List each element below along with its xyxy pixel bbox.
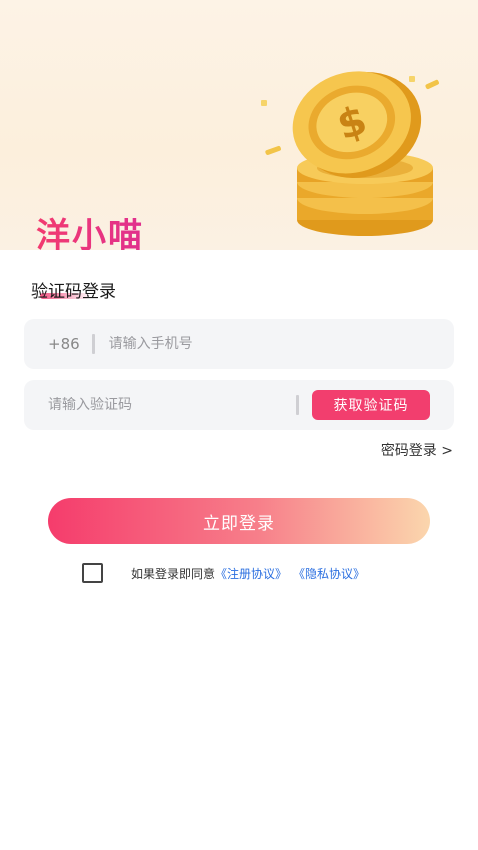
phone-input[interactable] [108,336,409,352]
agreement-text: 如果登录即同意 [131,566,216,581]
coin-stack-illustration: $ [261,71,439,236]
agreement-row: 如果登录即同意 《注册协议》 《隐私协议》 [82,563,365,583]
agreement-checkbox[interactable] [82,563,103,583]
phone-field: +86 [24,319,454,369]
get-code-button[interactable]: 获取验证码 [312,390,430,420]
privacy-agreement-link[interactable]: 《隐私协议》 [293,565,365,582]
divider [91,334,95,354]
country-code: +86 [48,335,80,353]
code-input[interactable] [48,397,288,413]
page-title: 验证码登录 [31,282,116,302]
register-agreement-link[interactable]: 《注册协议》 [215,565,287,582]
divider [296,395,299,415]
login-button[interactable]: 立即登录 [48,498,430,544]
brand-logo: 洋小喵 [36,208,144,250]
hero-banner: $ 洋小喵 [0,0,478,250]
password-login-link[interactable]: 密码登录 > [381,440,453,460]
code-field: 获取验证码 [24,380,454,430]
